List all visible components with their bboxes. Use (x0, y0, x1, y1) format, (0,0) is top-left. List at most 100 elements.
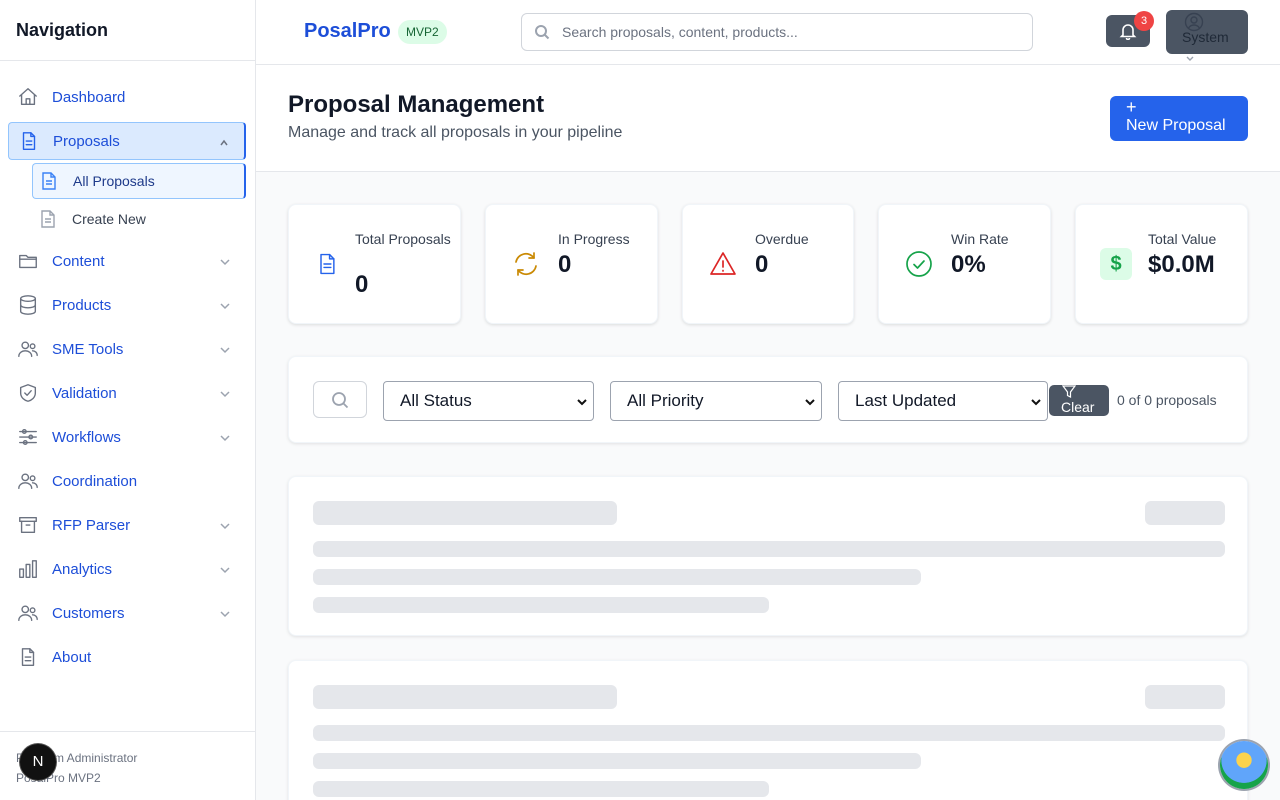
user-menu-button[interactable]: System (1166, 10, 1248, 61)
new-proposal-button[interactable]: + New Proposal (1110, 96, 1248, 141)
skeleton-line (313, 781, 769, 797)
stat-value: 0 (355, 271, 369, 298)
database-icon (16, 293, 40, 317)
stat-label: Total Proposals (355, 231, 451, 247)
chevron-down-icon (1031, 399, 1041, 406)
dollar-icon: $ (1100, 248, 1132, 280)
users-icon (16, 601, 40, 625)
brand-logo[interactable]: PosalPro (304, 20, 391, 43)
stat-label: Total Value (1148, 231, 1217, 247)
chevron-down-icon (219, 431, 231, 443)
sidebar-item-about[interactable]: About (0, 635, 255, 679)
chevron-down-icon (219, 563, 231, 575)
sidebar-title: Navigation (0, 0, 255, 61)
chevron-down-icon (577, 399, 587, 406)
archive-icon (16, 513, 40, 537)
home-icon (16, 85, 40, 109)
assistant-avatar[interactable] (1220, 741, 1268, 789)
check-circle-icon (905, 250, 933, 278)
search-input[interactable] (562, 24, 1002, 40)
notification-count-badge: 3 (1134, 11, 1154, 31)
skeleton-badge (1145, 685, 1225, 709)
users-icon (16, 337, 40, 361)
skeleton-line (313, 541, 1225, 557)
clear-filters-label: Clear (1061, 399, 1095, 415)
user-menu-label: System (1182, 29, 1229, 45)
top-bar: PosalPro MVP2 3 System (256, 0, 1280, 65)
stat-label: In Progress (558, 231, 630, 247)
folder-icon (16, 249, 40, 273)
sidebar-subitem-all-proposals[interactable]: All Proposals (32, 163, 246, 199)
chevron-down-icon (219, 607, 231, 619)
sidebar-item-label: Coordination (52, 472, 138, 490)
sort-select[interactable]: Last Updated (838, 381, 1048, 421)
chevron-down-icon (219, 299, 231, 311)
status-filter-value: All Status (400, 391, 472, 410)
sidebar-item-label: Proposals (53, 132, 120, 150)
sidebar-item-workflows[interactable]: Workflows (0, 415, 255, 459)
chevron-down-icon (219, 343, 231, 355)
page-header: Proposal Management Manage and track all… (256, 65, 1280, 172)
sidebar-item-label: RFP Parser (52, 516, 131, 534)
sidebar: Navigation Dashboard Proposals All Propo… (0, 0, 256, 800)
chevron-down-icon (1185, 50, 1195, 61)
chevron-down-icon (219, 387, 231, 399)
search-icon (332, 391, 349, 408)
warning-icon (709, 250, 737, 278)
priority-filter-select[interactable]: All Priority (610, 381, 822, 421)
skeleton-title (313, 685, 617, 709)
filter-bar: All Status All Priority Last Updated Cle… (288, 356, 1248, 443)
sidebar-item-analytics[interactable]: Analytics (0, 547, 255, 591)
sidebar-item-proposals[interactable]: Proposals (8, 122, 246, 160)
stat-card-win-rate: Win Rate 0% (878, 204, 1051, 324)
sidebar-item-rfp-parser[interactable]: RFP Parser (0, 503, 255, 547)
stat-value: $0.0M (1148, 251, 1215, 278)
clear-filters-button[interactable]: Clear (1049, 385, 1109, 416)
sliders-icon (16, 425, 40, 449)
proposal-card-skeleton (288, 660, 1248, 800)
shield-check-icon (16, 381, 40, 405)
document-icon (41, 172, 59, 190)
sidebar-item-products[interactable]: Products (0, 283, 255, 327)
version-badge: MVP2 (398, 20, 447, 44)
sidebar-item-label: Content (52, 252, 105, 270)
status-filter-select[interactable]: All Status (383, 381, 594, 421)
sidebar-item-label: Analytics (52, 560, 113, 578)
sidebar-item-customers[interactable]: Customers (0, 591, 255, 635)
proposal-card-skeleton (288, 476, 1248, 636)
stat-label: Win Rate (951, 231, 1009, 247)
sidebar-item-label: Validation (52, 384, 117, 402)
page-title: Proposal Management (288, 91, 545, 118)
skeleton-title (313, 501, 617, 525)
sidebar-item-label: About (52, 648, 92, 666)
stat-card-total-value: $ Total Value $0.0M (1075, 204, 1248, 324)
stat-label: Overdue (755, 231, 809, 247)
document-icon (16, 645, 40, 669)
dev-tools-badge[interactable]: N (20, 744, 56, 780)
skeleton-line (313, 753, 921, 769)
sidebar-item-dashboard[interactable]: Dashboard (0, 75, 255, 119)
document-icon (313, 250, 341, 278)
proposal-count: 0 of 0 proposals (1117, 392, 1217, 408)
sort-value: Last Updated (855, 391, 957, 410)
bar-chart-icon (16, 557, 40, 581)
filter-icon (1061, 385, 1077, 399)
search-icon (535, 25, 550, 40)
plus-icon: + (1126, 97, 1137, 117)
sidebar-item-coordination[interactable]: Coordination (0, 459, 255, 503)
sidebar-item-sme-tools[interactable]: SME Tools (0, 327, 255, 371)
stat-value: 0% (951, 251, 986, 278)
refresh-icon (512, 250, 540, 278)
sidebar-item-label: SME Tools (52, 340, 124, 358)
users-icon (16, 469, 40, 493)
skeleton-badge (1145, 501, 1225, 525)
chevron-down-icon (219, 255, 231, 267)
sidebar-item-label: Workflows (52, 428, 121, 446)
sidebar-item-validation[interactable]: Validation (0, 371, 255, 415)
filter-search-input[interactable] (313, 381, 367, 418)
sidebar-subitem-create-new[interactable]: Create New (32, 201, 246, 237)
priority-filter-value: All Priority (627, 391, 704, 410)
sidebar-item-content[interactable]: Content (0, 239, 255, 283)
global-search[interactable] (521, 13, 1033, 51)
page-subtitle: Manage and track all proposals in your p… (288, 124, 623, 141)
